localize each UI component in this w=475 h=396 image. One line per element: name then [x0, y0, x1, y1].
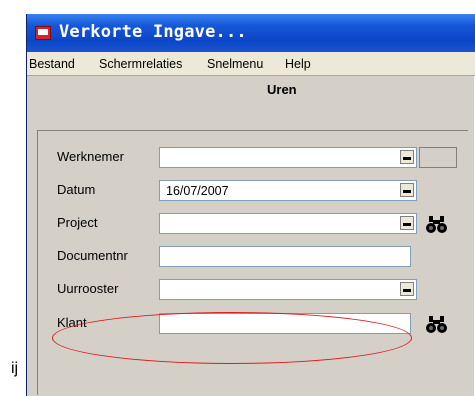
window-title: Verkorte Ingave...: [59, 22, 247, 42]
app-icon: [35, 26, 51, 40]
documentnr-label: Documentnr: [57, 248, 128, 263]
menu-bestand[interactable]: Bestand: [29, 57, 75, 71]
werknemer-code-box: [419, 147, 457, 168]
project-combobox[interactable]: [159, 213, 417, 234]
werknemer-dropdown-button[interactable]: [400, 150, 414, 164]
datum-value: 16/07/2007: [166, 184, 229, 198]
datum-combobox[interactable]: 16/07/2007: [159, 180, 417, 201]
menu-snelmenu[interactable]: Snelmenu: [207, 57, 263, 71]
menu-schermrelaties[interactable]: Schermrelaties: [99, 57, 182, 71]
chevron-down-icon: [403, 157, 411, 160]
project-label: Project: [57, 215, 98, 230]
documentnr-input[interactable]: [159, 246, 411, 267]
datum-dropdown-button[interactable]: [400, 183, 414, 197]
form-title: Uren: [267, 82, 297, 97]
uurrooster-combobox[interactable]: [159, 279, 417, 300]
project-dropdown-button[interactable]: [400, 216, 414, 230]
chevron-down-icon: [403, 223, 411, 226]
title-bar[interactable]: Verkorte Ingave...: [27, 14, 475, 52]
klant-highlight-ellipse: [52, 312, 412, 364]
klant-search-binoculars-icon[interactable]: [425, 314, 449, 336]
uurrooster-label: Uurrooster: [57, 281, 119, 296]
werknemer-combobox[interactable]: [159, 147, 417, 168]
stray-text: ij: [11, 360, 19, 377]
project-search-binoculars-icon[interactable]: [425, 214, 449, 236]
menu-bar: Bestand Schermrelaties Snelmenu Help: [27, 52, 475, 76]
chevron-down-icon: [403, 289, 411, 292]
chevron-down-icon: [403, 190, 411, 193]
datum-label: Datum: [57, 182, 96, 197]
werknemer-label: Werknemer: [57, 149, 124, 164]
uurrooster-dropdown-button[interactable]: [400, 282, 414, 296]
menu-help[interactable]: Help: [285, 57, 311, 71]
